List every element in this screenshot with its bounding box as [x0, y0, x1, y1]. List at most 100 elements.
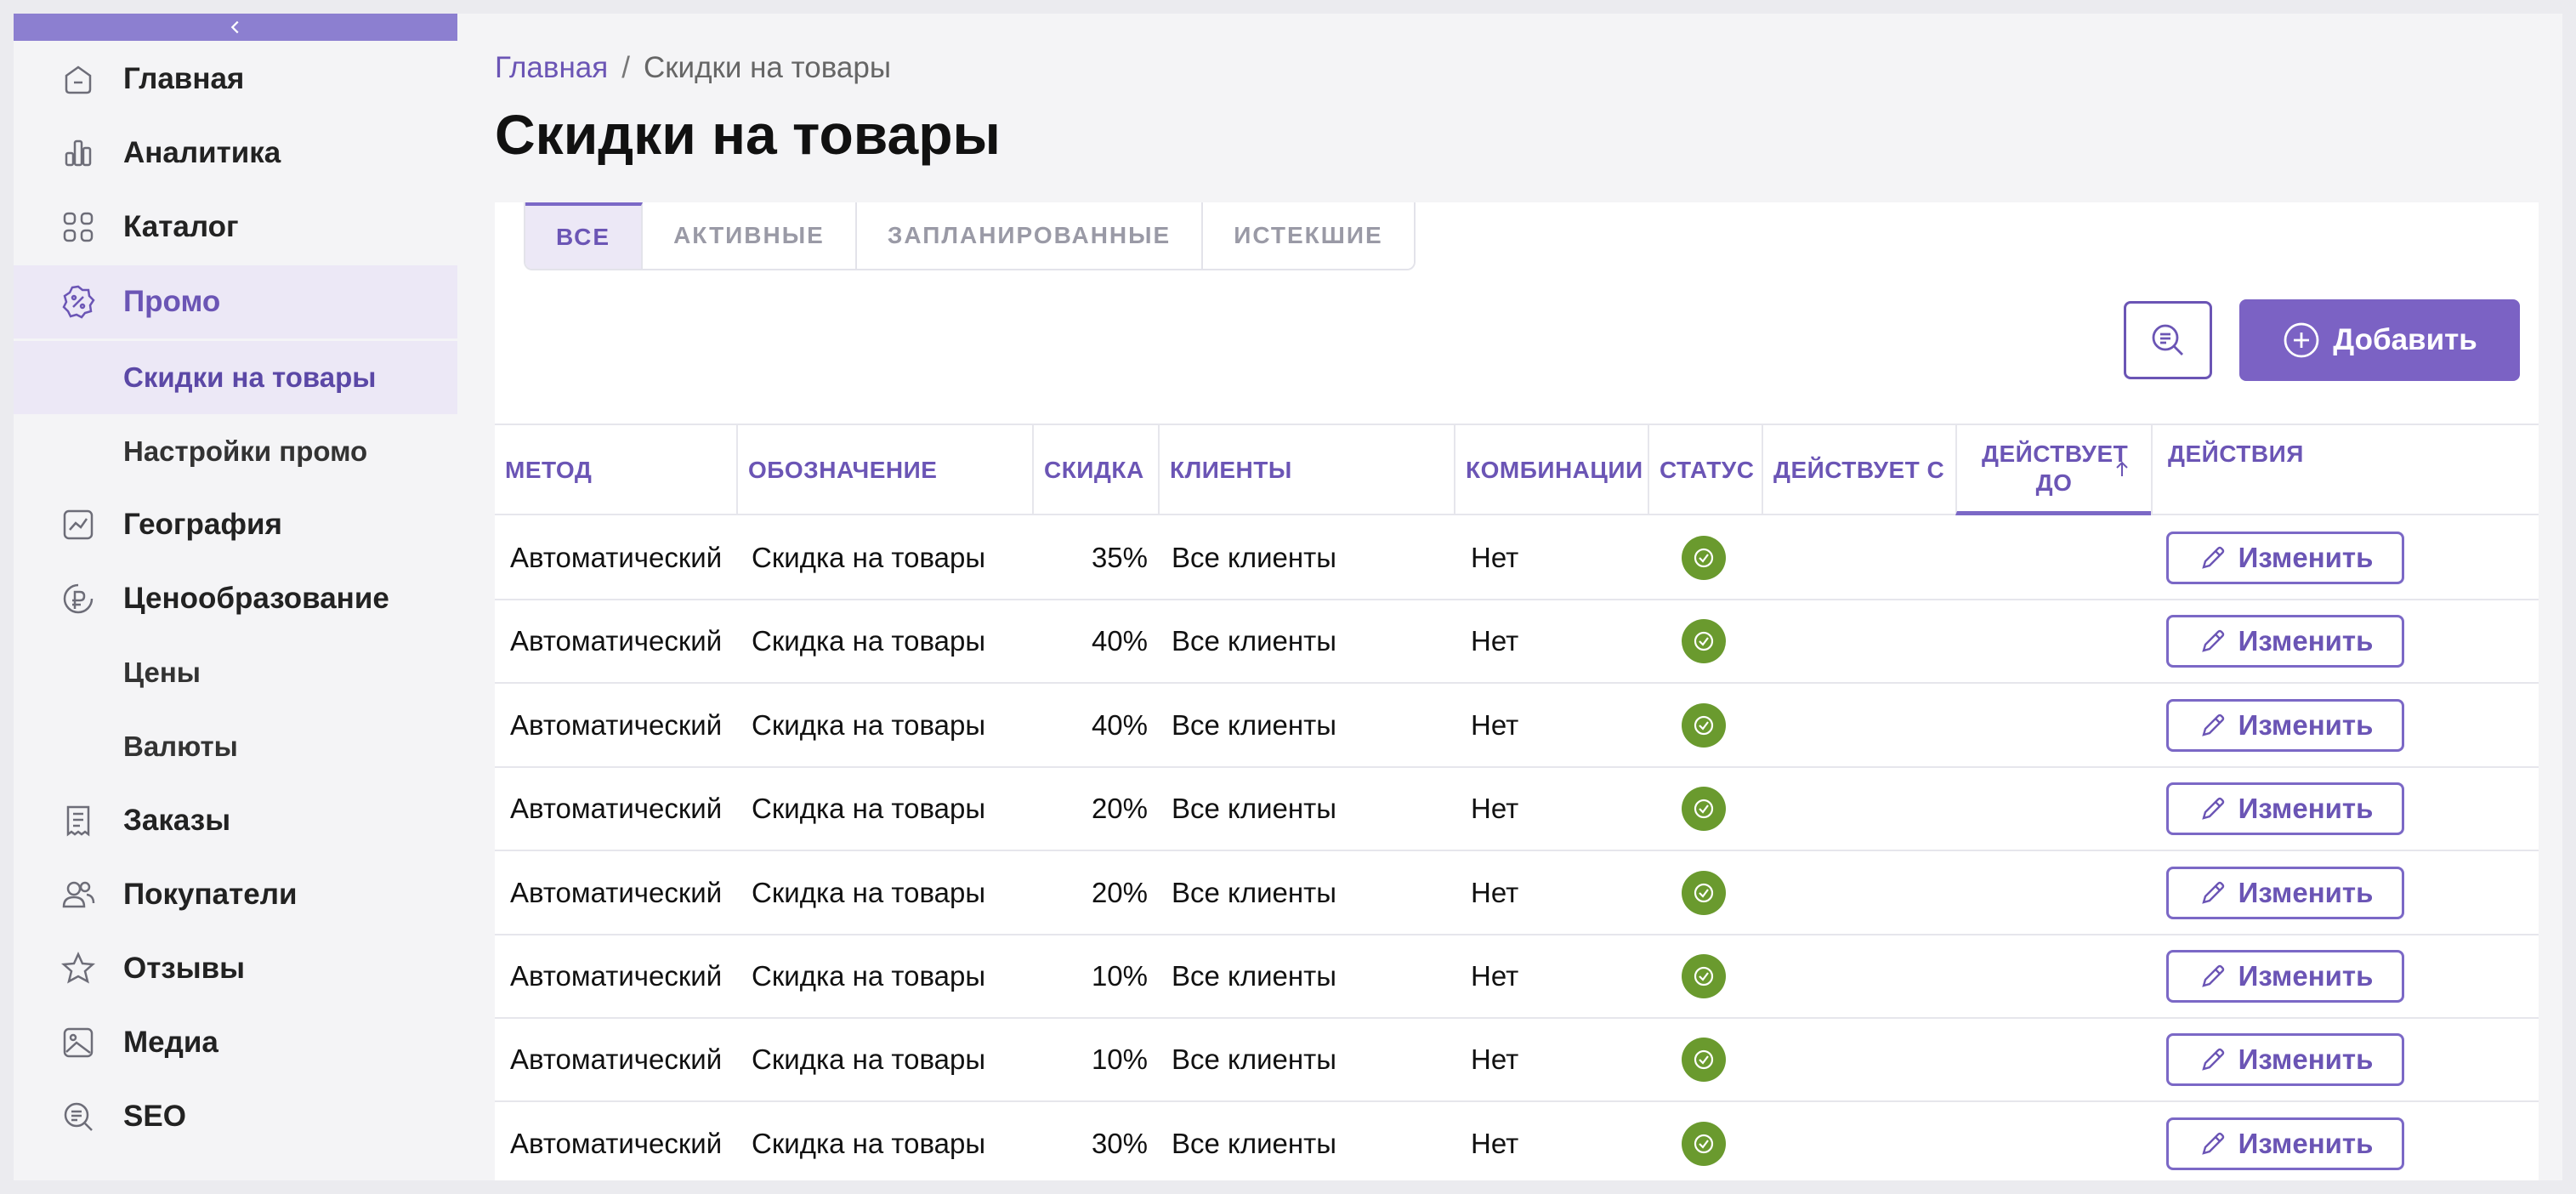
- cell-combinations: Нет: [1471, 876, 1519, 908]
- search-icon: [2152, 324, 2183, 355]
- cell-discount: 10%: [1091, 1043, 1148, 1076]
- sidebar-collapse-button[interactable]: [14, 14, 457, 41]
- status-active-icon: [1682, 536, 1726, 580]
- sidebar-item-label: Покупатели: [123, 878, 298, 911]
- cell-title: Скидка на товары: [752, 1127, 986, 1159]
- edit-button-label: Изменить: [2238, 793, 2374, 825]
- pencil-icon: [2201, 964, 2224, 987]
- cell-discount: 30%: [1091, 1127, 1148, 1159]
- edit-button-label: Изменить: [2238, 625, 2374, 657]
- add-discount-button[interactable]: Добавить: [2239, 299, 2520, 381]
- cell-actions: Изменить: [2166, 1103, 2404, 1180]
- table-row: Автоматический Скидка на товары 20% Все кли…: [495, 852, 2539, 935]
- table-header: МЕТОД ОБОЗНАЧЕНИЕ СКИДКА КЛИЕНТЫ КОМБИНА…: [495, 424, 2539, 515]
- sidebar-subitem-label: Скидки на товары: [123, 361, 377, 393]
- edit-button-label: Изменить: [2238, 708, 2374, 741]
- breadcrumb-separator: /: [621, 51, 630, 84]
- discounts-panel: ВСЕ АКТИВНЫЕ ЗАПЛАНИРОВАННЫЕ ИСТЕКШИЕ До…: [495, 202, 2539, 1180]
- sidebar-item-promo[interactable]: Промо: [14, 265, 457, 338]
- cell-discount: 35%: [1091, 542, 1148, 573]
- sidebar-item-home[interactable]: Главная: [14, 43, 457, 116]
- edit-button[interactable]: Изменить: [2166, 532, 2404, 584]
- cell-status: [1682, 517, 1726, 599]
- home-icon: [60, 60, 97, 98]
- edit-button[interactable]: Изменить: [2166, 950, 2404, 1003]
- column-header-status[interactable]: СТАТУС: [1648, 425, 1762, 515]
- edit-button[interactable]: Изменить: [2166, 866, 2404, 919]
- column-header-method[interactable]: МЕТОД: [495, 425, 736, 515]
- sidebar: Главная Аналитика Каталог Промо Скидки н…: [14, 14, 457, 1180]
- sidebar-subitem-currencies[interactable]: Валюты: [14, 710, 457, 783]
- chevron-left-icon: [230, 20, 239, 34]
- breadcrumb-home-link[interactable]: Главная: [495, 51, 608, 84]
- column-header-discount[interactable]: СКИДКА: [1032, 425, 1158, 515]
- status-active-icon: [1682, 870, 1726, 915]
- grid-icon: [60, 208, 97, 246]
- column-header-combinations[interactable]: КОМБИНАЦИИ: [1454, 425, 1648, 515]
- sidebar-item-customers[interactable]: Покупатели: [14, 858, 457, 931]
- cell-actions: Изменить: [2166, 685, 2404, 766]
- sidebar-item-orders[interactable]: Заказы: [14, 784, 457, 857]
- cell-actions: Изменить: [2166, 768, 2404, 850]
- seo-search-icon: [60, 1098, 97, 1135]
- tab-scheduled[interactable]: ЗАПЛАНИРОВАННЫЕ: [856, 202, 1204, 269]
- cell-combinations: Нет: [1471, 960, 1519, 992]
- cell-title: Скидка на товары: [752, 1043, 986, 1076]
- edit-button[interactable]: Изменить: [2166, 782, 2404, 836]
- cell-discount: 20%: [1091, 876, 1148, 908]
- cell-title: Скидка на товары: [752, 625, 986, 657]
- add-button-label: Добавить: [2333, 323, 2477, 356]
- pencil-icon: [2201, 714, 2224, 736]
- sidebar-item-label: SEO: [123, 1100, 186, 1133]
- sidebar-item-reviews[interactable]: Отзывы: [14, 932, 457, 1005]
- cell-method: Автоматический: [510, 1043, 723, 1076]
- column-header-valid-to[interactable]: ДЕЙСТВУЕТ ДО: [1955, 425, 2151, 515]
- tab-all[interactable]: ВСЕ: [525, 202, 644, 269]
- sidebar-item-catalog[interactable]: Каталог: [14, 190, 457, 264]
- cell-actions: Изменить: [2166, 1019, 2404, 1100]
- cell-title: Скидка на товары: [752, 876, 986, 908]
- tab-active[interactable]: АКТИВНЫЕ: [643, 202, 857, 269]
- cell-method: Автоматический: [510, 542, 723, 573]
- cell-actions: Изменить: [2166, 852, 2404, 934]
- edit-button[interactable]: Изменить: [2166, 615, 2404, 668]
- column-header-title[interactable]: ОБОЗНАЧЕНИЕ: [736, 425, 1032, 515]
- edit-button[interactable]: Изменить: [2166, 1033, 2404, 1087]
- sidebar-item-seo[interactable]: SEO: [14, 1080, 457, 1153]
- table-row: Автоматический Скидка на товары 20% Все кли…: [495, 768, 2539, 852]
- tab-expired[interactable]: ИСТЕКШИЕ: [1203, 202, 1414, 269]
- sidebar-item-analytics[interactable]: Аналитика: [14, 117, 457, 190]
- sidebar-item-label: Ценообразование: [123, 582, 389, 615]
- cell-clients: Все клиенты: [1172, 542, 1336, 573]
- cell-clients: Все клиенты: [1172, 708, 1336, 741]
- edit-button[interactable]: Изменить: [2166, 1117, 2404, 1170]
- table-row: Автоматический Скидка на товары 35% Все кли…: [495, 517, 2539, 600]
- cell-title: Скидка на товары: [752, 793, 986, 825]
- ruble-icon: [60, 580, 97, 617]
- sidebar-item-geography[interactable]: География: [14, 488, 457, 561]
- edit-button-label: Изменить: [2238, 960, 2374, 992]
- sidebar-item-label: Каталог: [123, 210, 239, 243]
- cell-title: Скидка на товары: [752, 960, 986, 992]
- search-filter-button[interactable]: [2124, 301, 2212, 379]
- cell-clients: Все клиенты: [1172, 625, 1336, 657]
- pencil-icon: [2201, 797, 2224, 820]
- sidebar-item-pricing[interactable]: Ценообразование: [14, 562, 457, 635]
- cell-combinations: Нет: [1471, 1127, 1519, 1159]
- column-header-clients[interactable]: КЛИЕНТЫ: [1158, 425, 1454, 515]
- cell-status: [1682, 852, 1726, 934]
- status-active-icon: [1682, 702, 1726, 748]
- star-icon: [60, 950, 97, 987]
- cell-clients: Все клиенты: [1172, 960, 1336, 992]
- sidebar-subitem-promo-settings[interactable]: Настройки промо: [14, 415, 457, 488]
- cell-method: Автоматический: [510, 1127, 723, 1159]
- cell-clients: Все клиенты: [1172, 876, 1336, 908]
- sidebar-subitem-label: Цены: [123, 657, 201, 688]
- sidebar-subitem-prices[interactable]: Цены: [14, 636, 457, 709]
- pencil-icon: [2201, 1049, 2224, 1072]
- sidebar-subitem-product-discounts[interactable]: Скидки на товары: [14, 341, 457, 414]
- edit-button[interactable]: Изменить: [2166, 698, 2404, 752]
- sidebar-item-media[interactable]: Медиа: [14, 1006, 457, 1079]
- column-header-valid-from[interactable]: ДЕЙСТВУЕТ С: [1762, 425, 1955, 515]
- cell-method: Автоматический: [510, 960, 723, 992]
